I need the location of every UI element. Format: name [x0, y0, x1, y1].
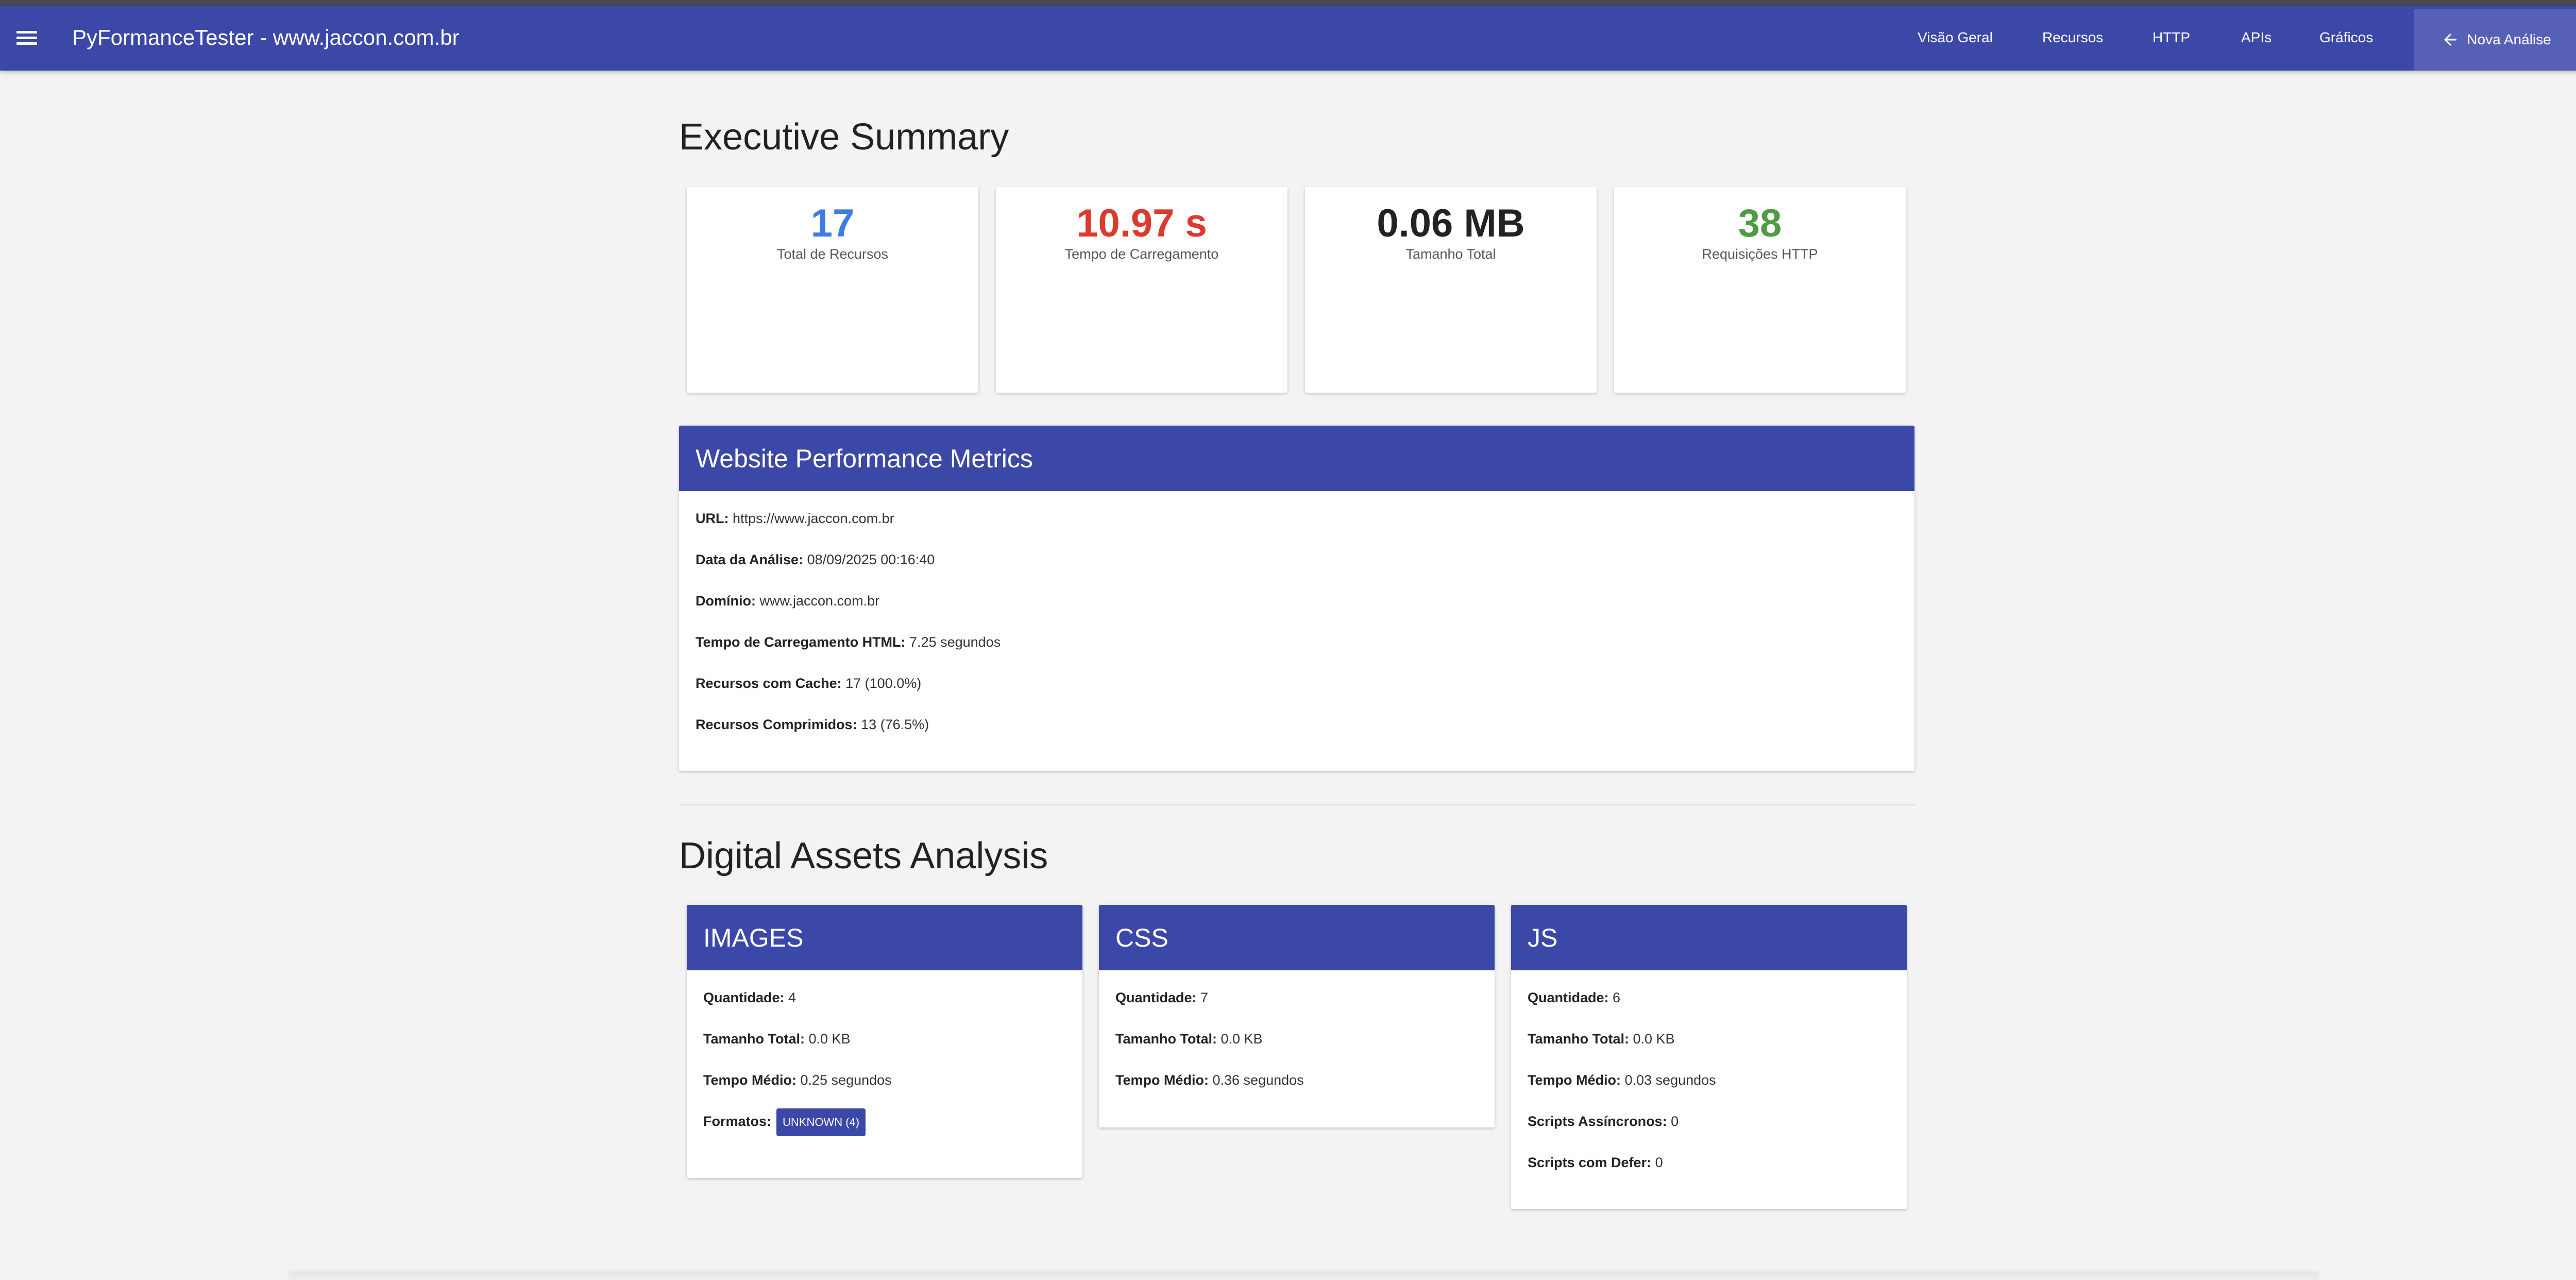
asset-row-quantity: Quantidade: 6 — [1528, 990, 1620, 1006]
metric-value: 7.25 segundos — [909, 634, 1001, 650]
asset-row-avg-time: Tempo Médio: 0.25 segundos — [703, 1072, 892, 1088]
asset-label: Tamanho Total: — [1115, 1031, 1217, 1047]
asset-row-total-size: Tamanho Total: 0.0 KB — [703, 1031, 851, 1047]
top-app-bar: PyFormanceTester - www.jaccon.com.br Vis… — [0, 6, 2576, 71]
metric-row-compressed-resources: Recursos Comprimidos: 13 (76.5%) — [696, 717, 929, 733]
asset-row-defer-scripts: Scripts com Defer: 0 — [1528, 1155, 1663, 1171]
stat-card-total-size: 0.06 MB Tamanho Total — [1305, 187, 1597, 393]
asset-label: Quantidade: — [703, 990, 785, 1005]
asset-card-title: CSS — [1099, 905, 1495, 970]
asset-value: 0.25 segundos — [800, 1072, 892, 1088]
asset-label: Formatos: — [703, 1114, 772, 1130]
performance-metrics-panel: Website Performance Metrics URL: https:/… — [679, 426, 1914, 771]
asset-value: 0.0 KB — [808, 1031, 851, 1047]
asset-label: Scripts com Defer: — [1528, 1155, 1652, 1170]
stat-value: 17 — [810, 201, 855, 245]
asset-value: 0.36 segundos — [1212, 1072, 1304, 1088]
nav-link-graficos[interactable]: Gráficos — [2319, 29, 2373, 46]
metric-label: Domínio: — [696, 593, 756, 609]
asset-row-quantity: Quantidade: 4 — [703, 990, 796, 1006]
app-title: PyFormanceTester - www.jaccon.com.br — [72, 25, 460, 49]
performance-metrics-title: Website Performance Metrics — [679, 426, 1914, 491]
asset-label: Tempo Médio: — [703, 1072, 796, 1088]
metric-value: https://www.jaccon.com.br — [733, 511, 894, 526]
stat-label: Tamanho Total — [1405, 246, 1496, 262]
asset-card-title: IMAGES — [687, 905, 1082, 970]
asset-card-css: CSS Quantidade: 7 Tamanho Total: 0.0 KB … — [1099, 905, 1495, 1127]
asset-label: Scripts Assíncronos: — [1528, 1114, 1667, 1129]
asset-value: 4 — [788, 990, 796, 1005]
menu-icon[interactable] — [16, 31, 37, 45]
asset-label: Tamanho Total: — [1528, 1031, 1629, 1047]
stat-value: 10.97 s — [1076, 201, 1207, 245]
asset-value: 0.0 KB — [1633, 1031, 1675, 1047]
new-analysis-label: Nova Análise — [2467, 31, 2551, 47]
asset-row-async-scripts: Scripts Assíncronos: 0 — [1528, 1114, 1679, 1130]
digital-assets-title: Digital Assets Analysis — [679, 835, 1048, 877]
asset-row-avg-time: Tempo Médio: 0.36 segundos — [1115, 1072, 1304, 1088]
stat-label: Tempo de Carregamento — [1064, 246, 1219, 262]
format-badge: UNKNOWN (4) — [776, 1108, 866, 1136]
stat-card-total-resources: 17 Total de Recursos — [687, 187, 978, 393]
asset-label: Quantidade: — [1528, 990, 1609, 1005]
asset-label: Tempo Médio: — [1115, 1072, 1209, 1088]
asset-row-avg-time: Tempo Médio: 0.03 segundos — [1528, 1072, 1716, 1088]
stat-card-load-time: 10.97 s Tempo de Carregamento — [996, 187, 1287, 393]
metric-value: 17 (100.0%) — [845, 676, 922, 691]
metric-label: URL: — [696, 511, 729, 526]
asset-card-images: IMAGES Quantidade: 4 Tamanho Total: 0.0 … — [687, 905, 1082, 1178]
asset-row-quantity: Quantidade: 7 — [1115, 990, 1208, 1006]
metric-row-domain: Domínio: www.jaccon.com.br — [696, 593, 879, 609]
metric-row-html-load-time: Tempo de Carregamento HTML: 7.25 segundo… — [696, 634, 1001, 650]
stat-card-http-requests: 38 Requisições HTTP — [1614, 187, 1906, 393]
nav-link-recursos[interactable]: Recursos — [2042, 29, 2103, 46]
nav-link-http[interactable]: HTTP — [2153, 29, 2190, 46]
metric-value: www.jaccon.com.br — [759, 593, 880, 609]
metric-label: Recursos Comprimidos: — [696, 717, 857, 732]
asset-value: 7 — [1200, 990, 1209, 1005]
metric-row-url: URL: https://www.jaccon.com.br — [696, 511, 894, 527]
stat-label: Total de Recursos — [776, 246, 889, 262]
asset-value: 0 — [1671, 1114, 1679, 1129]
nav-link-visao-geral[interactable]: Visão Geral — [1918, 29, 1993, 46]
metric-label: Recursos com Cache: — [696, 676, 842, 691]
asset-row-formats: Formatos: UNKNOWN (4) — [703, 1108, 866, 1136]
stat-label: Requisições HTTP — [1702, 246, 1818, 262]
asset-row-total-size: Tamanho Total: 0.0 KB — [1528, 1031, 1675, 1047]
window-top-strip — [0, 0, 2576, 6]
metric-row-analysis-date: Data da Análise: 08/09/2025 00:16:40 — [696, 552, 935, 568]
section-divider — [679, 804, 1916, 805]
metric-label: Tempo de Carregamento HTML: — [696, 634, 906, 650]
asset-card-title: JS — [1511, 905, 1907, 970]
asset-value: 6 — [1613, 990, 1621, 1005]
metric-value: 08/09/2025 00:16:40 — [807, 552, 935, 567]
metric-label: Data da Análise: — [696, 552, 804, 567]
metric-value: 13 (76.5%) — [861, 717, 929, 732]
new-analysis-button[interactable]: Nova Análise — [2414, 9, 2576, 71]
asset-label: Tamanho Total: — [703, 1031, 805, 1047]
asset-label: Tempo Médio: — [1528, 1072, 1621, 1088]
asset-value: 0 — [1655, 1155, 1663, 1170]
stat-value: 38 — [1738, 201, 1782, 245]
asset-value: 0.0 KB — [1221, 1031, 1263, 1047]
asset-row-total-size: Tamanho Total: 0.0 KB — [1115, 1031, 1263, 1047]
stat-value: 0.06 MB — [1377, 201, 1525, 245]
next-section-edge — [289, 1273, 2318, 1280]
asset-card-js: JS Quantidade: 6 Tamanho Total: 0.0 KB T… — [1511, 905, 1907, 1209]
asset-value: 0.03 segundos — [1624, 1072, 1716, 1088]
executive-summary-title: Executive Summary — [679, 116, 1009, 158]
arrow-back-icon — [2444, 33, 2457, 46]
asset-label: Quantidade: — [1115, 990, 1197, 1005]
metric-row-cached-resources: Recursos com Cache: 17 (100.0%) — [696, 676, 921, 692]
nav-link-apis[interactable]: APIs — [2241, 29, 2272, 46]
